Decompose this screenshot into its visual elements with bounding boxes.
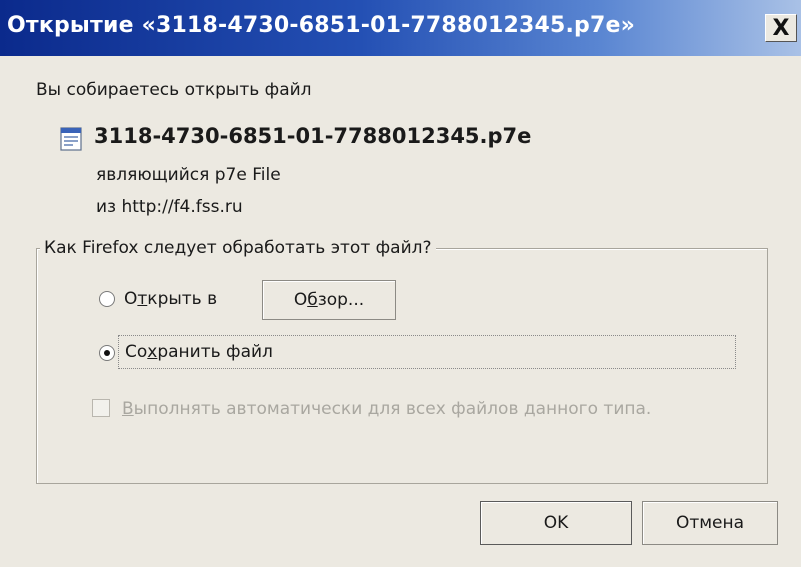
save-file-label[interactable]: Сохранить файл <box>118 335 736 369</box>
title-bar[interactable]: Открытие «3118-4730-6851-01-7788012345.p… <box>0 0 801 56</box>
ok-button[interactable]: OK <box>480 501 632 545</box>
browse-button[interactable]: Об зор... <box>262 280 396 320</box>
save-file-radio[interactable] <box>99 345 115 361</box>
auto-action-checkbox[interactable] <box>92 399 110 417</box>
open-with-radio[interactable] <box>99 291 115 307</box>
file-source: из http://f4.fss.ru <box>96 197 243 217</box>
file-type: являющийся p7e File <box>96 165 281 185</box>
file-icon <box>60 127 82 151</box>
intro-text: Вы собираетесь открыть файл <box>36 80 312 100</box>
open-with-label[interactable]: Открыть в <box>124 289 217 309</box>
auto-action-label: Выполнять автоматически для всех файлов … <box>122 399 652 419</box>
cancel-button[interactable]: Отмена <box>642 501 778 545</box>
close-button[interactable]: X <box>765 14 797 42</box>
dialog-title: Открытие «3118-4730-6851-01-7788012345.p… <box>7 13 636 38</box>
close-icon: X <box>772 15 790 41</box>
groupbox-legend: Как Firefox следует обработать этот файл… <box>40 238 436 258</box>
file-name: 3118-4730-6851-01-7788012345.p7e <box>94 124 532 148</box>
